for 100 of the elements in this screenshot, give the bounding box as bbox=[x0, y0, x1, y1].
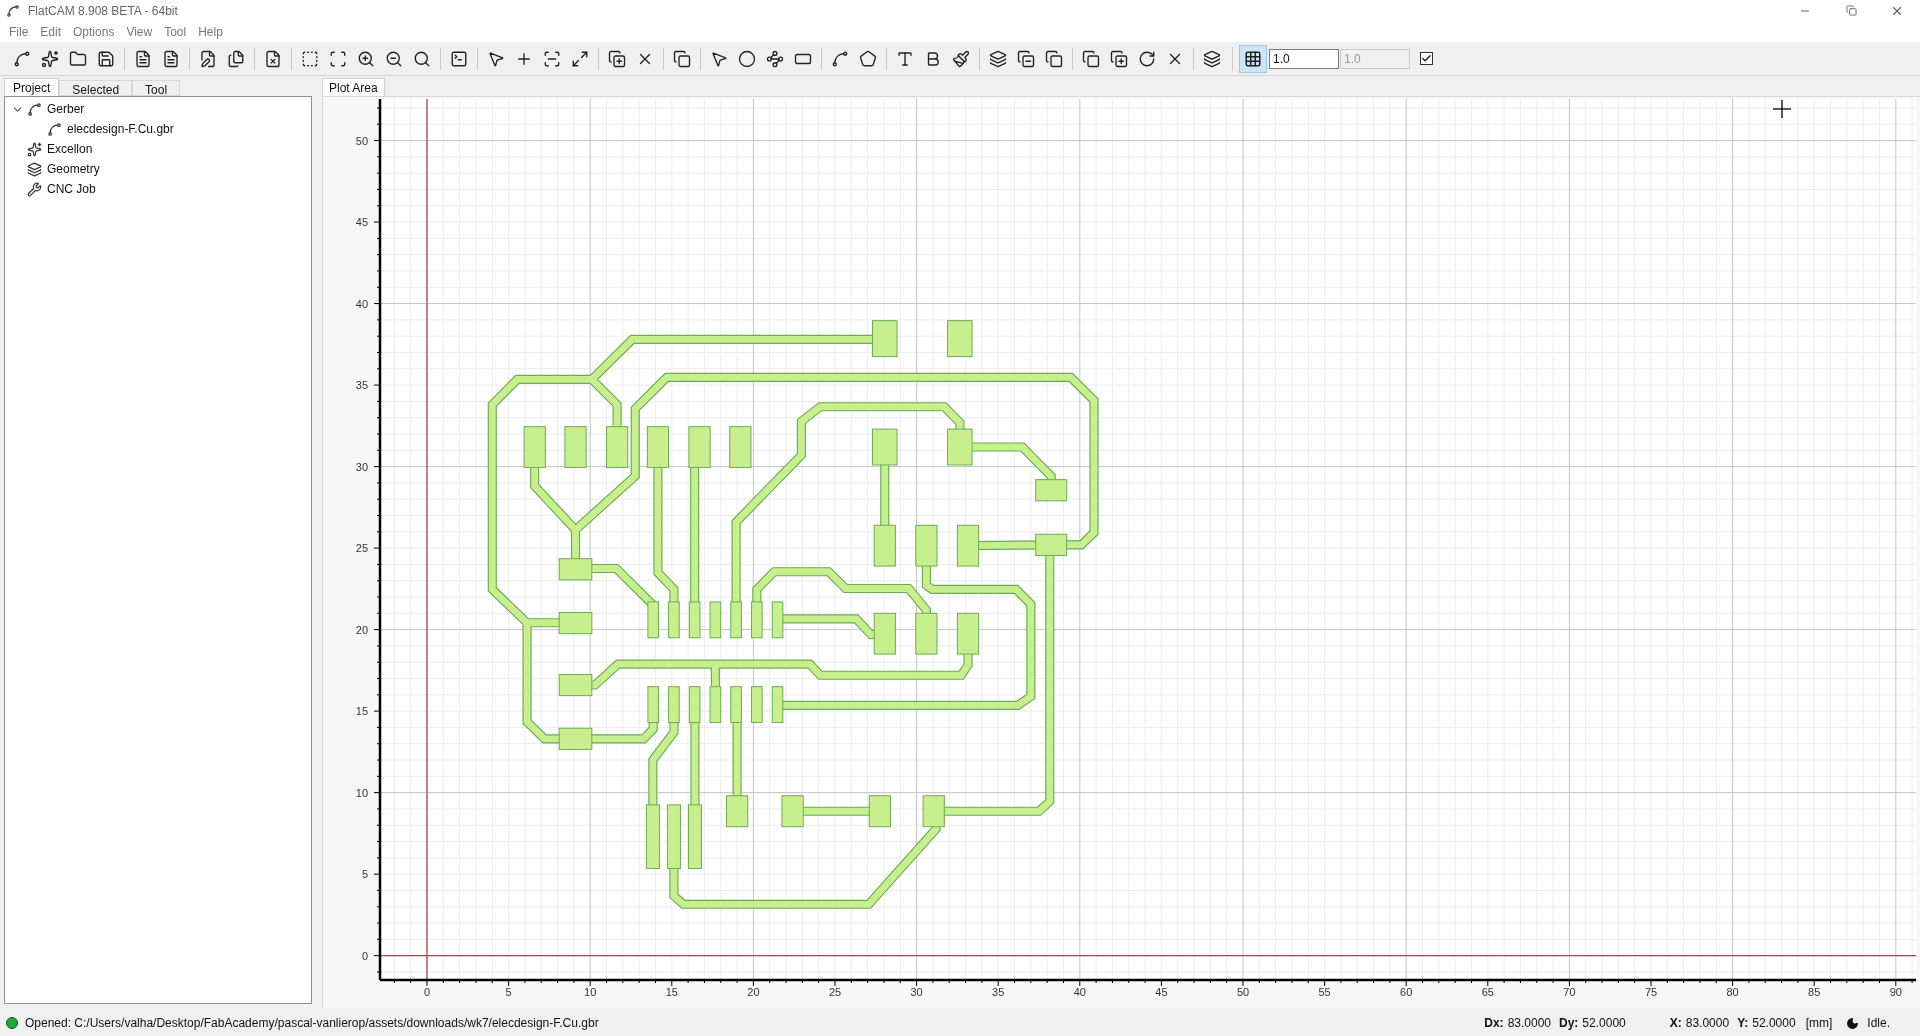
crosshair-cursor-icon bbox=[1772, 99, 1792, 119]
plot-area[interactable]: 0 5 10 15 20 25 30 35 40 45 50 55 60 65 70 75 80 85 90 50 45 40 35 30 25 20 15 10 5 0 bbox=[322, 96, 1920, 1008]
curve-icon bbox=[27, 101, 42, 117]
pentagon-icon bbox=[859, 49, 877, 68]
dx-value: 83.0000 bbox=[1507, 1015, 1551, 1032]
layers-icon bbox=[27, 161, 42, 177]
axis-tick-label: 65 bbox=[1481, 986, 1494, 998]
axis-tick-label: 20 bbox=[747, 986, 760, 998]
panel-tab[interactable]: Selected bbox=[59, 80, 133, 96]
axis-tick-label: 90 bbox=[1889, 986, 1902, 998]
axis-tick-label: 60 bbox=[1400, 986, 1413, 998]
layers-icon bbox=[989, 49, 1007, 68]
axis-tick-label: 55 bbox=[1318, 986, 1331, 998]
axis-tick-label: 45 bbox=[1155, 986, 1168, 998]
menu-item[interactable]: Edit bbox=[35, 22, 67, 41]
copy-plus-icon bbox=[1110, 49, 1128, 68]
axis-tick-label: 35 bbox=[355, 379, 368, 392]
x-value: 83.0000 bbox=[1685, 1015, 1730, 1032]
axis-tick-label: 75 bbox=[1644, 986, 1658, 998]
terminal-icon bbox=[450, 49, 468, 68]
menu-item[interactable]: Tool bbox=[159, 22, 192, 41]
status-message: Opened: C:/Users/valha/Desktop/FabAcademy/pascal-vanlierop/assets/downloads/wk7/elecdesign-F.Cu.gbr bbox=[25, 1015, 599, 1032]
panel-tab[interactable]: Tool bbox=[132, 80, 181, 96]
y-value: 52.0000 bbox=[1752, 1015, 1796, 1032]
axis-tick-label: 5 bbox=[361, 868, 368, 881]
axis-tick-label: 20 bbox=[355, 623, 368, 636]
axis-tick-label: 15 bbox=[665, 986, 678, 998]
pointer-icon bbox=[487, 49, 505, 68]
document-icon bbox=[162, 49, 180, 68]
y-label: Y: bbox=[1737, 1015, 1749, 1032]
scan-line-icon bbox=[543, 49, 561, 68]
copy-icon bbox=[673, 49, 691, 68]
tree-item[interactable]: Geometry bbox=[47, 160, 100, 178]
pointer-icon bbox=[710, 49, 728, 68]
grid-x-field[interactable]: 1.0 bbox=[1269, 48, 1339, 69]
snap-checkbox[interactable] bbox=[1420, 52, 1433, 65]
axis-tick-label: 10 bbox=[584, 986, 597, 998]
axis-tick-label: 50 bbox=[355, 134, 368, 147]
axis-tick-label: 45 bbox=[355, 216, 368, 229]
axis-tick-label: 40 bbox=[1073, 986, 1086, 998]
tree-item[interactable]: Excellon bbox=[47, 140, 93, 158]
axis-tick-label: 85 bbox=[1808, 986, 1821, 998]
axis-tick-label: 0 bbox=[361, 949, 368, 962]
axis-tick-label: 35 bbox=[992, 986, 1005, 998]
restore-icon bbox=[1845, 5, 1857, 16]
axis-tick-label: 15 bbox=[355, 705, 368, 718]
curve-icon bbox=[47, 121, 62, 137]
check-icon bbox=[1421, 53, 1432, 64]
copy-minus-icon bbox=[1017, 49, 1035, 68]
dx-label: Dx: bbox=[1484, 1015, 1504, 1032]
axis-tick-label: 30 bbox=[910, 986, 923, 998]
layers-icon bbox=[1203, 49, 1221, 68]
copy-icon bbox=[1082, 49, 1100, 68]
menu-item[interactable]: View bbox=[121, 22, 158, 41]
axis-tick-label: 30 bbox=[355, 460, 368, 473]
menu-item[interactable]: Options bbox=[68, 22, 120, 41]
save-icon bbox=[97, 49, 115, 68]
axis-tick-label: 5 bbox=[505, 986, 512, 998]
dy-label: Dy: bbox=[1559, 1015, 1579, 1032]
folder-icon bbox=[69, 49, 87, 68]
scan-icon bbox=[329, 49, 347, 68]
app-logo-icon bbox=[6, 3, 20, 18]
file-edit-icon bbox=[199, 49, 217, 68]
copy-icon bbox=[1045, 49, 1063, 68]
dashed-square-icon bbox=[301, 49, 319, 68]
files-icon bbox=[227, 49, 245, 68]
copy-plus-icon bbox=[608, 49, 626, 68]
dy-value: 52.0000 bbox=[1582, 1015, 1626, 1032]
axis-tick-label: 10 bbox=[355, 786, 368, 799]
waypoints-icon bbox=[766, 49, 784, 68]
sparkle-icon bbox=[27, 141, 42, 157]
spline-icon bbox=[831, 49, 849, 68]
panel-tab[interactable]: Project bbox=[4, 78, 60, 96]
moon-icon bbox=[1846, 1016, 1860, 1030]
x-label: X: bbox=[1669, 1015, 1682, 1032]
zoom-out-icon bbox=[385, 49, 403, 68]
axis-tick-label: 25 bbox=[355, 542, 368, 555]
tree-item[interactable]: CNC Job bbox=[47, 180, 96, 198]
rotate-icon bbox=[1138, 49, 1156, 68]
menu-item[interactable]: Help bbox=[193, 22, 228, 41]
status-text: Idle. bbox=[1867, 1015, 1890, 1032]
axis-tick-label: 0 bbox=[423, 986, 431, 998]
text-icon bbox=[896, 49, 914, 68]
curve-icon bbox=[13, 49, 31, 68]
menu-item[interactable]: File bbox=[4, 22, 34, 41]
document-icon bbox=[134, 49, 152, 68]
axis-tick-label: 25 bbox=[828, 986, 842, 998]
axis-tick-label: 50 bbox=[1236, 986, 1250, 998]
units-label: [mm] bbox=[1805, 1015, 1833, 1032]
sparkle-icon bbox=[41, 49, 59, 68]
grid-snap-button[interactable] bbox=[1239, 44, 1267, 73]
tree-item[interactable]: Gerber bbox=[47, 100, 85, 118]
tree-item[interactable]: elecdesign-F.Cu.gbr bbox=[67, 120, 174, 138]
wrench-icon bbox=[27, 181, 42, 197]
expand-icon bbox=[571, 49, 589, 68]
axis-tick-label: 70 bbox=[1563, 986, 1576, 998]
grid-icon bbox=[1244, 49, 1262, 68]
file-close-icon bbox=[264, 49, 282, 68]
paintbrush-icon bbox=[952, 49, 970, 68]
plot-tab[interactable]: Plot Area bbox=[322, 78, 385, 96]
